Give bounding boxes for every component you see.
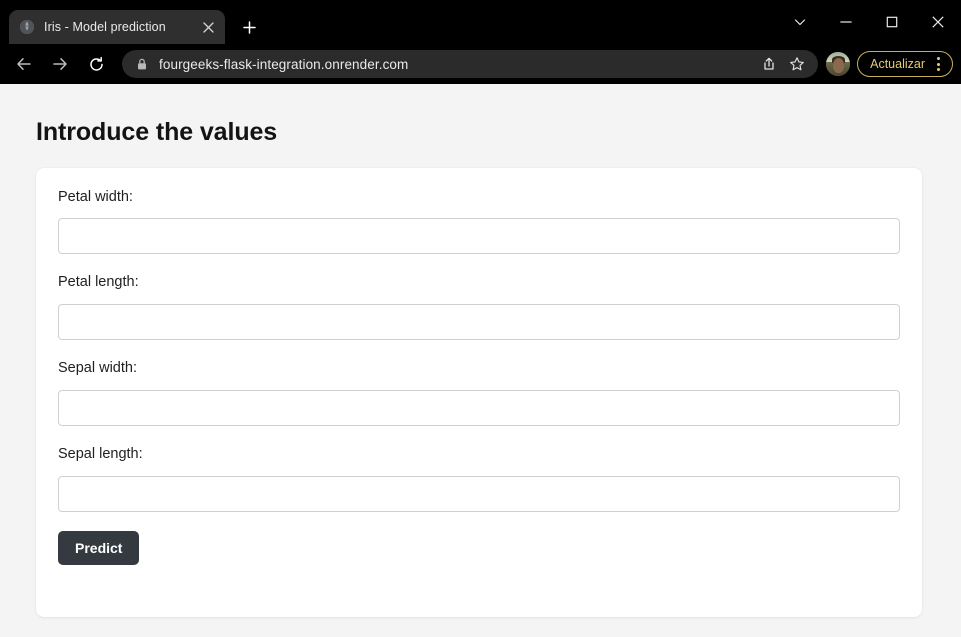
predict-button[interactable]: Predict <box>58 531 140 566</box>
browser-toolbar: fourgeeks-flask-integration.onrender.com <box>0 44 961 84</box>
globe-icon <box>19 19 35 35</box>
prediction-form-card: Petal width: Petal length: Sepal width: … <box>36 167 922 617</box>
back-button[interactable] <box>9 49 39 79</box>
close-window-button[interactable] <box>915 7 961 37</box>
field-label: Petal length: <box>58 274 139 291</box>
sepal-length-input[interactable] <box>58 476 900 513</box>
avatar-face <box>832 57 844 73</box>
square-icon <box>886 16 898 28</box>
maximize-button[interactable] <box>869 7 915 37</box>
reload-icon <box>88 56 105 73</box>
kebab-dot <box>936 62 940 66</box>
field-label: Sepal length: <box>58 446 143 463</box>
arrow-right-icon <box>51 55 69 73</box>
update-button-label: Actualizar <box>870 56 925 71</box>
browser-tab[interactable]: Iris - Model prediction <box>9 10 225 44</box>
omnibox-actions <box>756 51 810 77</box>
kebab-dot <box>936 68 940 71</box>
field-label: Sepal width: <box>58 360 137 377</box>
page-title: Introduce the values <box>36 118 278 146</box>
avatar[interactable] <box>826 52 851 76</box>
field-sepal-width: Sepal width: <box>58 360 900 427</box>
browser-window: Iris - Model prediction fourgeeks-flask-… <box>0 0 961 637</box>
share-icon[interactable] <box>756 51 782 77</box>
field-sepal-length: Sepal length: <box>58 446 900 513</box>
forward-button[interactable] <box>45 49 75 79</box>
close-icon[interactable] <box>199 18 217 36</box>
cross-icon <box>932 16 944 28</box>
kebab-menu-icon[interactable] <box>928 53 948 75</box>
field-petal-length: Petal length: <box>58 274 900 341</box>
window-controls <box>777 0 961 44</box>
tab-strip: Iris - Model prediction <box>0 0 263 44</box>
address-bar-url: fourgeeks-flask-integration.onrender.com <box>159 56 409 72</box>
petal-length-input[interactable] <box>58 304 900 341</box>
minimize-button[interactable] <box>823 7 869 37</box>
browser-titlebar: Iris - Model prediction <box>0 0 961 44</box>
tab-title: Iris - Model prediction <box>44 20 166 34</box>
reload-button[interactable] <box>81 49 111 79</box>
update-button[interactable]: Actualizar <box>857 51 953 77</box>
kebab-dot <box>936 57 940 60</box>
sepal-width-input[interactable] <box>58 390 900 427</box>
minus-icon <box>840 16 852 28</box>
lock-icon[interactable] <box>135 57 149 71</box>
field-petal-width: Petal width: <box>58 188 900 255</box>
page-viewport: Introduce the values Petal width: Petal … <box>0 84 961 637</box>
plus-icon <box>242 20 256 34</box>
address-bar[interactable]: fourgeeks-flask-integration.onrender.com <box>122 50 819 78</box>
star-icon[interactable] <box>784 51 810 77</box>
field-label: Petal width: <box>58 188 133 205</box>
petal-width-input[interactable] <box>58 218 900 255</box>
chevron-down-icon <box>794 16 806 28</box>
tab-search-button[interactable] <box>777 7 823 37</box>
new-tab-button[interactable] <box>235 13 263 41</box>
arrow-left-icon <box>15 55 33 73</box>
